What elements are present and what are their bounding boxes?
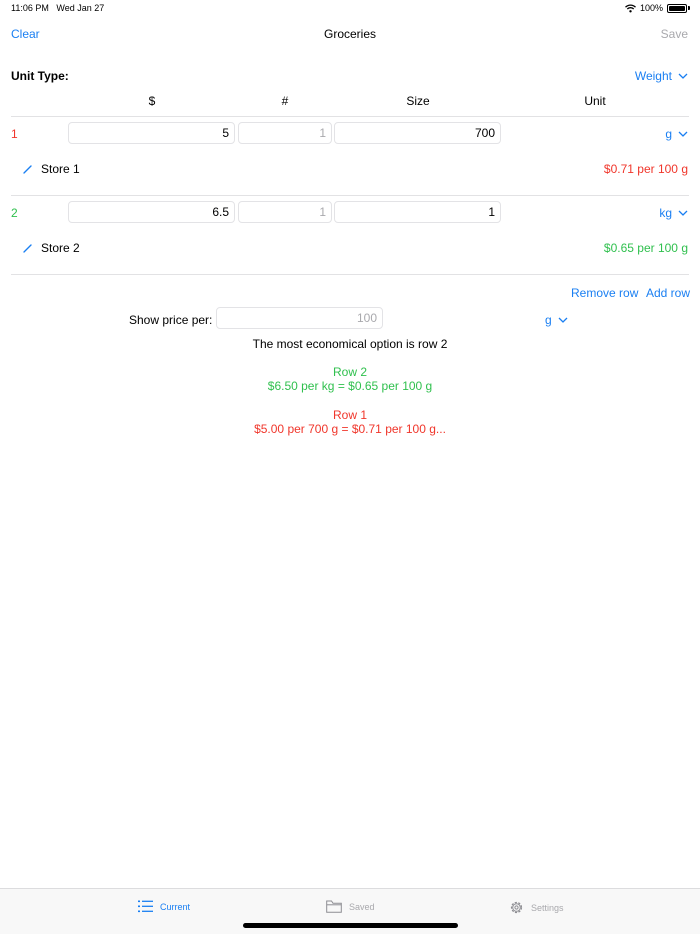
pencil-icon [23, 243, 32, 253]
count-input[interactable]: 1 [238, 201, 332, 223]
unit-type-value: Weight [634, 69, 672, 83]
list-icon [138, 900, 153, 913]
add-row-button[interactable]: Add row [646, 286, 690, 300]
tab-settings[interactable]: Settings [509, 900, 564, 915]
page-title: Groceries [323, 27, 376, 41]
tab-settings-label: Settings [531, 902, 564, 913]
chevron-down-icon [678, 131, 688, 137]
battery-icon [667, 3, 687, 13]
row-number: 1 [11, 127, 18, 141]
column-size-header: Size [406, 94, 430, 108]
unit-value: g [665, 127, 672, 141]
other-row-title: Row 1 [332, 408, 367, 422]
column-price-header: $ [148, 94, 156, 108]
best-row-detail: $6.50 per kg = $0.65 per 100 g [267, 379, 433, 393]
remove-row-button[interactable]: Remove row [571, 286, 638, 300]
tab-current[interactable]: Current [138, 900, 190, 913]
chevron-down-icon [558, 317, 568, 323]
price-input[interactable]: 6.5 [68, 201, 235, 223]
battery-percent: 100% [639, 3, 663, 13]
status-time: 11:06 PM Wed Jan 27 [11, 3, 104, 13]
price-input[interactable]: 5 [68, 122, 235, 144]
divider [11, 274, 689, 275]
show-price-unit: g [545, 313, 552, 327]
show-price-input[interactable]: 100 [216, 307, 383, 329]
save-button[interactable]: Save [661, 27, 688, 41]
status-date: Wed Jan 27 [56, 3, 105, 13]
store-name: Store 2 [41, 241, 80, 255]
tab-saved[interactable]: Saved [326, 900, 375, 913]
clear-button[interactable]: Clear [11, 27, 40, 41]
status-indicators: 100% [625, 3, 690, 13]
unit-type-select[interactable]: Weight [635, 69, 688, 83]
divider [11, 195, 689, 196]
show-price-label: Show price per: [129, 313, 213, 327]
count-input[interactable]: 1 [238, 122, 332, 144]
battery-tip [688, 6, 690, 10]
store-name-button[interactable]: Store 2 [23, 241, 80, 255]
unit-price: $0.71 per 100 g [603, 162, 688, 176]
show-price-unit-select[interactable]: g [545, 313, 568, 327]
size-input[interactable]: 1 [334, 201, 501, 223]
best-row-title: Row 2 [332, 365, 367, 379]
other-row-detail: $5.00 per 700 g = $0.71 per 100 g... [254, 422, 446, 436]
home-indicator [243, 923, 458, 928]
size-input[interactable]: 700 [334, 122, 501, 144]
result-summary: The most economical option is row 2 [252, 337, 448, 351]
gear-icon [510, 901, 523, 914]
unit-select[interactable]: kg [659, 206, 688, 220]
unit-select[interactable]: g [665, 127, 688, 141]
chevron-down-icon [678, 73, 688, 79]
store-name-button[interactable]: Store 1 [23, 162, 80, 176]
column-count-header: # [281, 94, 289, 108]
divider [11, 116, 689, 117]
unit-value: kg [659, 206, 672, 220]
column-unit-header: Unit [584, 94, 606, 108]
tab-current-label: Current [160, 901, 191, 912]
row-number: 2 [11, 206, 18, 220]
tab-saved-label: Saved [349, 901, 375, 912]
folder-icon [326, 900, 342, 913]
status-clock: 11:06 PM [11, 3, 49, 13]
pencil-icon [23, 164, 32, 174]
unit-type-label: Unit Type: [11, 69, 69, 83]
wifi-icon [625, 3, 636, 12]
unit-price: $0.65 per 100 g [603, 241, 688, 255]
store-name: Store 1 [41, 162, 80, 176]
chevron-down-icon [678, 210, 688, 216]
